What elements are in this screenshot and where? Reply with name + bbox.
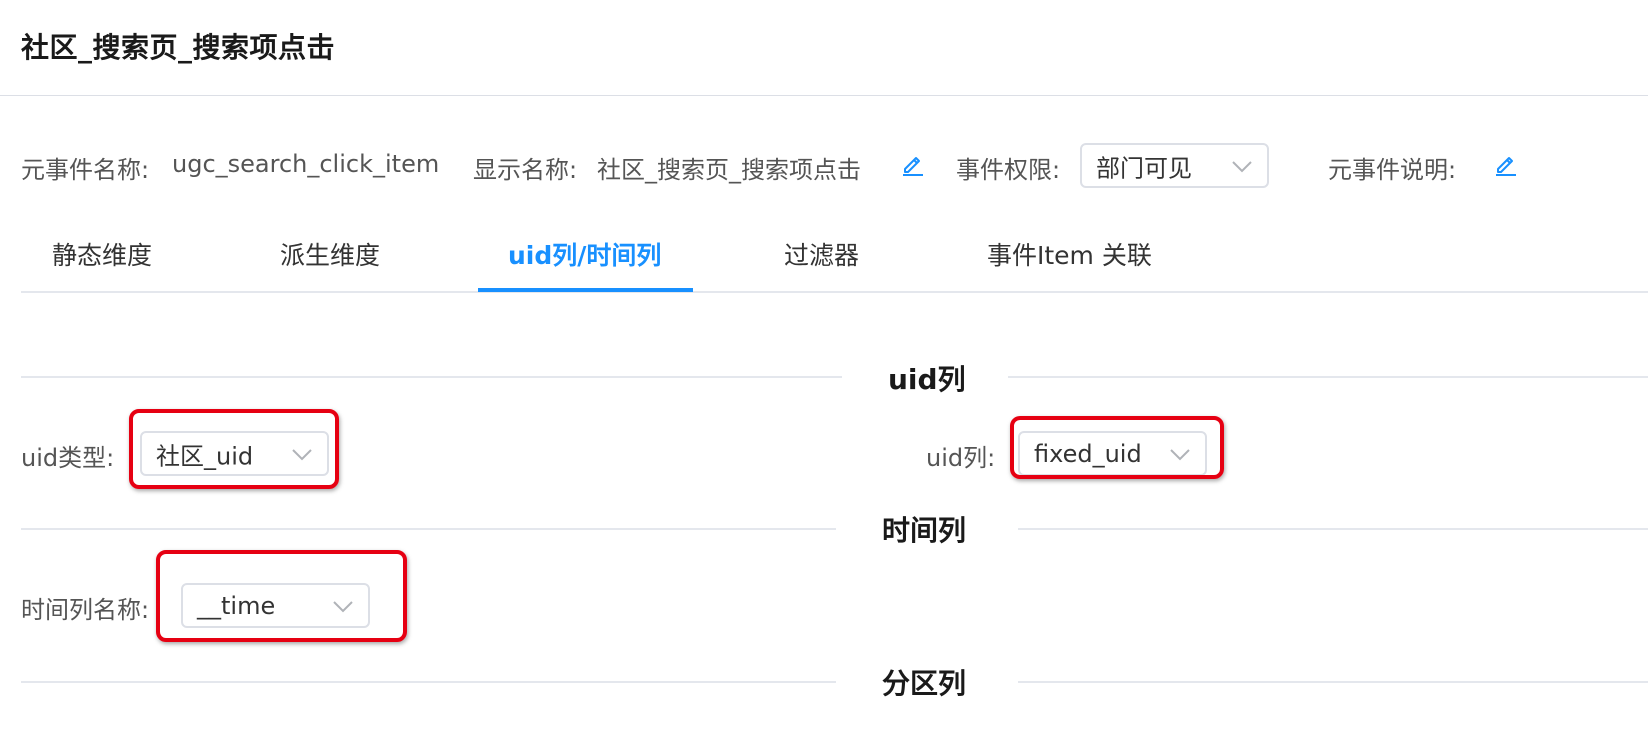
chevron-down-icon — [1232, 160, 1252, 172]
section-divider-left — [21, 681, 836, 683]
tab-filters[interactable]: 过滤器 — [784, 236, 859, 272]
permission-label: 事件权限: — [956, 156, 1061, 184]
section-divider-right — [1018, 528, 1648, 530]
uid-section-title: uid列 — [888, 363, 966, 396]
display-name-value: 社区_搜索页_搜索项点击 — [597, 156, 861, 184]
tab-derived-dimensions[interactable]: 派生维度 — [280, 236, 380, 272]
highlight-box — [156, 550, 407, 642]
uid-type-label: uid类型: — [21, 444, 115, 472]
page: 社区_搜索页_搜索项点击 元事件名称: ugc_search_click_ite… — [0, 0, 1648, 752]
event-meta-row: 元事件名称: ugc_search_click_item 显示名称: 社区_搜索… — [0, 138, 1648, 192]
event-name-value: ugc_search_click_item — [172, 150, 440, 178]
highlight-box — [129, 409, 339, 489]
section-divider-right — [1018, 681, 1648, 683]
event-name-label: 元事件名称: — [21, 156, 150, 184]
tab-static-dimensions[interactable]: 静态维度 — [52, 236, 152, 272]
description-label: 元事件说明: — [1328, 156, 1457, 184]
permission-value: 部门可见 — [1096, 154, 1192, 182]
title-divider — [0, 95, 1648, 96]
permission-select[interactable]: 部门可见 — [1080, 143, 1269, 188]
section-divider-right — [1008, 376, 1648, 378]
uid-column-label: uid列: — [926, 444, 996, 472]
edit-pencil-icon[interactable] — [901, 152, 925, 176]
edit-pencil-icon[interactable] — [1494, 152, 1518, 176]
tab-uid-time-columns[interactable]: uid列/时间列 — [508, 236, 661, 272]
tab-bar: 静态维度 派生维度 uid列/时间列 过滤器 事件Item 关联 — [21, 222, 1648, 293]
time-column-label: 时间列名称: — [21, 596, 150, 624]
section-divider-left — [21, 528, 836, 530]
tab-bar-divider — [21, 291, 1648, 293]
active-tab-indicator — [478, 288, 693, 292]
tab-event-item-relation[interactable]: 事件Item 关联 — [987, 236, 1152, 272]
highlight-box — [1010, 416, 1224, 479]
section-divider-left — [21, 376, 842, 378]
time-section-title: 时间列 — [882, 514, 967, 547]
partition-section-title: 分区列 — [882, 667, 967, 700]
page-title: 社区_搜索页_搜索项点击 — [21, 31, 336, 64]
display-name-label: 显示名称: — [473, 156, 578, 184]
